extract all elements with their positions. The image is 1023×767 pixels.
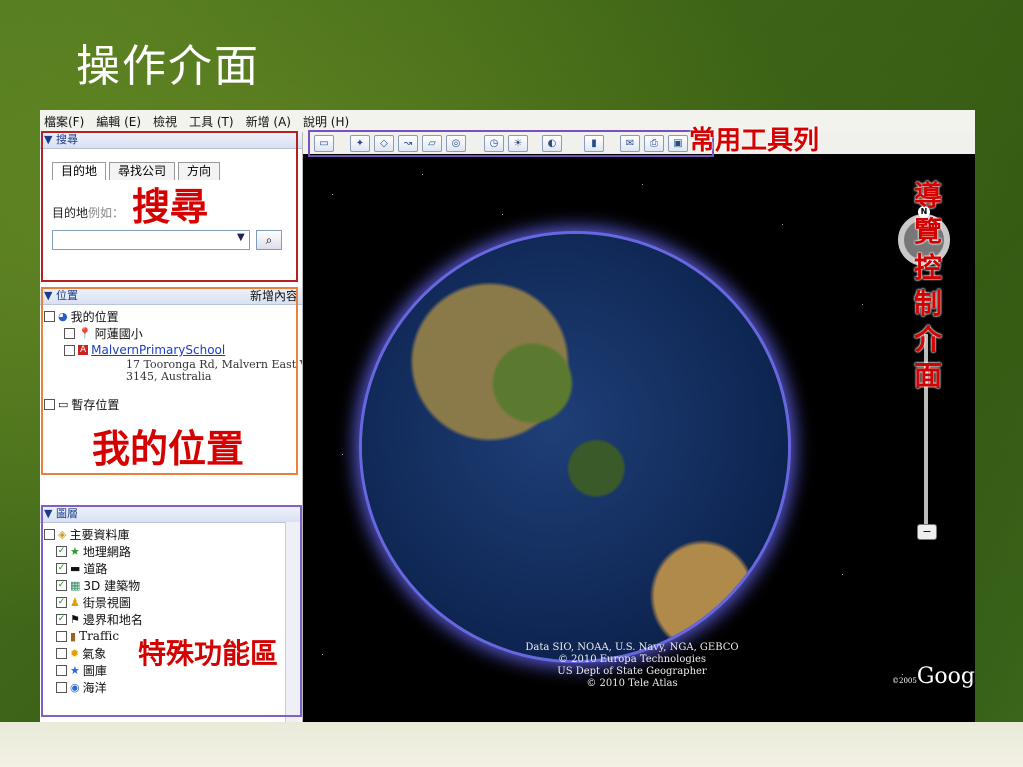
nav-char: 介 [913,323,942,356]
zoom-out-button[interactable]: − [917,524,937,540]
star [502,214,503,215]
layers-annotation: 特殊功能區 [138,637,279,670]
map-credits: Data SIO, NOAA, U.S. Navy, NGA, GEBCO © … [502,642,762,690]
star [322,654,323,655]
earth-view[interactable]: Data SIO, NOAA, U.S. Navy, NGA, GEBCO © … [302,154,975,722]
star [842,574,843,575]
star [422,174,423,175]
globe[interactable] [362,234,788,660]
star [342,454,343,455]
google-logo: ©2005Google [892,664,975,689]
nav-char: 覽 [913,215,942,248]
nav-annotation: 導 覽 控 制 介 面 [912,178,944,394]
menu-tools[interactable]: 工具 (T) [189,113,234,130]
menu-view[interactable]: 檢視 [153,113,177,130]
nav-char: 制 [913,287,942,320]
star [862,304,863,305]
logo-text: Google [916,664,975,689]
credit-line: Data SIO, NOAA, U.S. Navy, NGA, GEBCO [525,642,739,653]
star [642,184,643,185]
credit-line: US Dept of State Geographer [557,666,707,677]
star [332,194,333,195]
search-annotation: 搜尋 [132,185,209,229]
toolbar-highlight-box [308,130,714,157]
star [782,224,783,225]
logo-prefix: ©2005 [892,677,917,685]
slide-title: 操作介面 [76,41,260,92]
toolbar-annotation: 常用工具列 [689,126,820,156]
slide-bottom-strip [0,722,1023,767]
menu-help[interactable]: 說明 (H) [303,113,349,130]
places-annotation: 我的位置 [92,427,245,471]
nav-char: 控 [913,251,942,284]
nav-char: 導 [913,179,942,212]
menu-edit[interactable]: 編輯 (E) [96,113,141,130]
layers-highlight-box [41,505,302,717]
nav-char: 面 [913,359,942,392]
menu-add[interactable]: 新增 (A) [246,113,291,130]
credit-line: © 2010 Europa Technologies [557,654,707,665]
menu-file[interactable]: 檔案(F) [44,113,84,130]
credit-line: © 2010 Tele Atlas [586,678,678,689]
